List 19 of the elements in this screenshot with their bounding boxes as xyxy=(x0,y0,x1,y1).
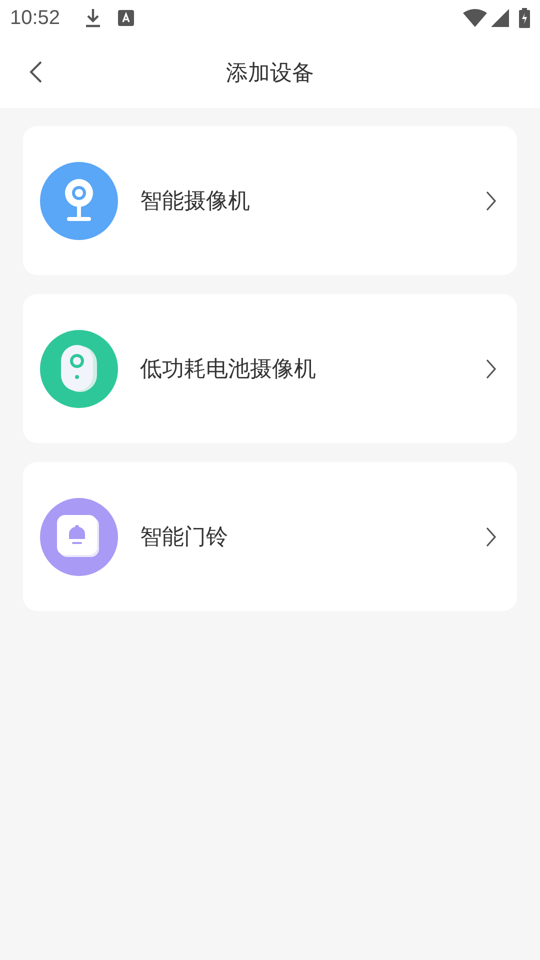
chevron-right-icon xyxy=(486,358,496,378)
status-time: 10:52 xyxy=(10,6,60,31)
doorbell-icon xyxy=(57,514,101,558)
device-type-card[interactable]: 低功耗电池摄像机 xyxy=(23,294,517,443)
download-icon xyxy=(84,8,102,28)
device-type-label: 低功耗电池摄像机 xyxy=(140,355,317,383)
device-type-label: 智能摄像机 xyxy=(140,187,251,215)
device-type-label: 智能门铃 xyxy=(140,523,229,551)
device-type-card[interactable]: 智能摄像机 xyxy=(23,126,517,275)
chevron-right-icon xyxy=(486,526,496,546)
camera-icon xyxy=(60,344,98,394)
signal-icon xyxy=(491,9,509,27)
wifi-icon xyxy=(463,9,487,27)
back-icon xyxy=(29,60,43,84)
device-type-card[interactable]: 智能门铃 xyxy=(23,462,517,611)
chevron-right-icon xyxy=(486,190,496,210)
battery-icon xyxy=(519,8,530,28)
app-notification-icon xyxy=(118,10,134,26)
page-title: 添加设备 xyxy=(226,58,314,86)
